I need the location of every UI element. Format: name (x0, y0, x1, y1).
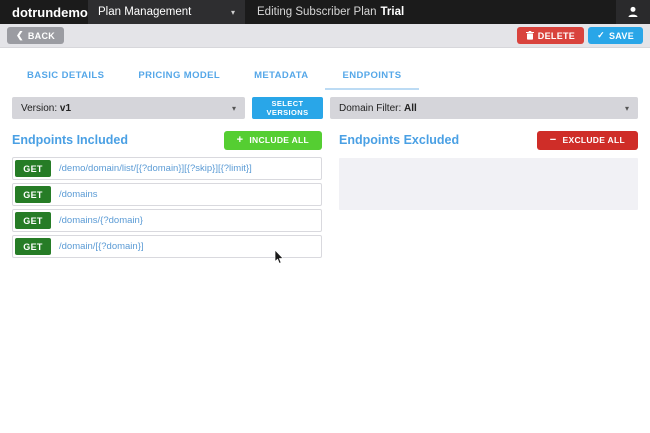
select-versions-button[interactable]: SELECT VERSIONS (252, 97, 323, 119)
tab-metadata[interactable]: METADATA (237, 65, 325, 90)
back-button-label: BACK (28, 31, 55, 41)
endpoints-excluded-panel: Endpoints Excluded − EXCLUDE ALL (339, 130, 638, 261)
plus-icon: + (237, 135, 244, 146)
top-nav-bar: dotrundemo Plan Management ▾ Editing Sub… (0, 0, 650, 24)
endpoint-row[interactable]: GET /domains/{?domain} (12, 209, 322, 232)
delete-button-label: DELETE (538, 31, 575, 41)
back-button[interactable]: ❮ BACK (7, 27, 64, 44)
page-title: Editing Subscriber Plan Trial (245, 0, 404, 24)
app-logo: dotrundemo (0, 0, 88, 24)
tab-pricing-model[interactable]: PRICING MODEL (121, 65, 237, 90)
included-endpoint-list: GET /demo/domain/list/[{?domain}][{?skip… (12, 157, 322, 258)
action-toolbar: ❮ BACK DELETE ✓ SAVE (0, 24, 650, 48)
endpoint-row[interactable]: GET /domains (12, 183, 322, 206)
exclude-all-label: EXCLUDE ALL (563, 135, 626, 145)
excluded-title: Endpoints Excluded (339, 133, 459, 147)
endpoints-included-panel: Endpoints Included + INCLUDE ALL GET /de… (12, 130, 322, 261)
trash-icon (526, 31, 534, 40)
save-button[interactable]: ✓ SAVE (588, 27, 643, 44)
http-method-badge: GET (15, 212, 51, 229)
version-dropdown[interactable]: Version: v1 ▾ (12, 97, 245, 119)
filter-row: Version: v1 ▾ SELECT VERSIONS Domain Fil… (12, 97, 638, 119)
domain-filter-dropdown[interactable]: Domain Filter: All ▾ (330, 97, 638, 119)
endpoint-path: /domains (59, 189, 98, 200)
included-header: Endpoints Included + INCLUDE ALL (12, 130, 322, 150)
tab-bar: BASIC DETAILS PRICING MODEL METADATA END… (10, 65, 650, 90)
endpoint-path: /domain/[{?domain}] (59, 241, 144, 252)
tab-endpoints[interactable]: ENDPOINTS (325, 65, 418, 90)
user-account-button[interactable] (616, 0, 650, 24)
module-dropdown-label: Plan Management (98, 6, 191, 18)
endpoint-path: /demo/domain/list/[{?domain}][{?skip}][{… (59, 163, 252, 174)
chevron-down-icon: ▾ (231, 8, 235, 17)
http-method-badge: GET (15, 160, 51, 177)
chevron-down-icon: ▾ (232, 104, 236, 113)
page-title-plan-name: Trial (381, 6, 405, 18)
excluded-endpoint-dropzone[interactable] (339, 158, 638, 210)
endpoint-row[interactable]: GET /demo/domain/list/[{?domain}][{?skip… (12, 157, 322, 180)
include-all-label: INCLUDE ALL (249, 135, 309, 145)
exclude-all-button[interactable]: − EXCLUDE ALL (537, 131, 638, 150)
included-title: Endpoints Included (12, 133, 128, 147)
tab-basic-details[interactable]: BASIC DETAILS (10, 65, 121, 90)
http-method-badge: GET (15, 186, 51, 203)
minus-icon: − (550, 135, 557, 146)
module-dropdown[interactable]: Plan Management ▾ (88, 0, 245, 24)
excluded-header: Endpoints Excluded − EXCLUDE ALL (339, 130, 638, 150)
endpoint-row[interactable]: GET /domain/[{?domain}] (12, 235, 322, 258)
chevron-left-icon: ❮ (16, 30, 24, 41)
http-method-badge: GET (15, 238, 51, 255)
domain-filter-value: Domain Filter: All (339, 103, 417, 114)
chevron-down-icon: ▾ (625, 104, 629, 113)
save-button-label: SAVE (609, 31, 634, 41)
endpoint-path: /domains/{?domain} (59, 215, 143, 226)
page-title-prefix: Editing Subscriber Plan (257, 6, 377, 18)
version-dropdown-value: Version: v1 (21, 103, 71, 114)
endpoints-panels: Endpoints Included + INCLUDE ALL GET /de… (12, 130, 638, 261)
delete-button[interactable]: DELETE (517, 27, 584, 44)
include-all-button[interactable]: + INCLUDE ALL (224, 131, 322, 150)
user-icon (627, 6, 639, 18)
check-icon: ✓ (597, 30, 605, 41)
